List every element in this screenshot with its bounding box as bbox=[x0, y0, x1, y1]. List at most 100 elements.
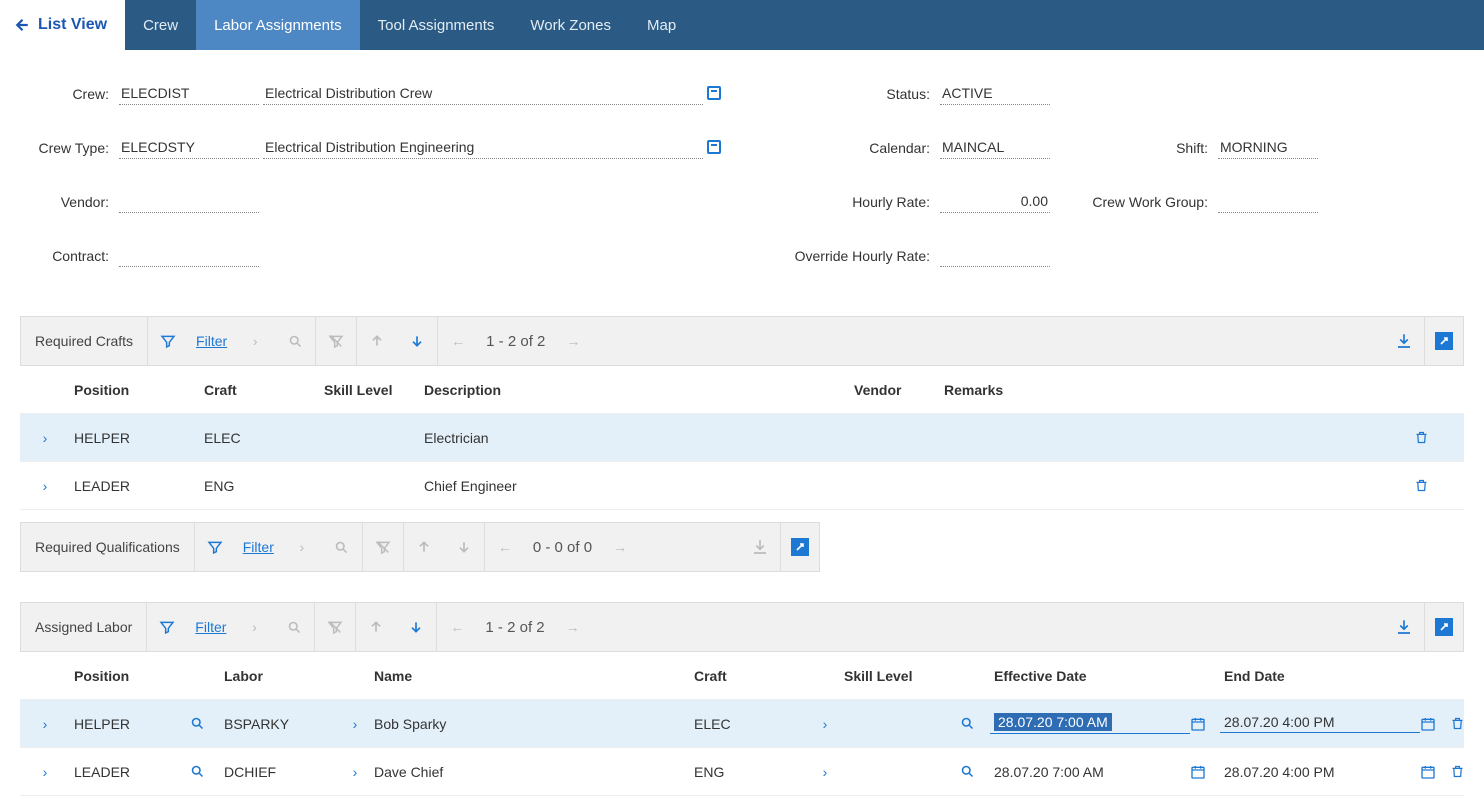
tab-crew[interactable]: Crew bbox=[125, 0, 196, 50]
crew-desc-field[interactable]: Electrical Distribution Crew bbox=[263, 83, 703, 105]
filter-link[interactable]: Filter bbox=[235, 539, 282, 555]
col-labor[interactable]: Labor bbox=[220, 668, 340, 684]
arrow-up-icon[interactable] bbox=[357, 317, 397, 365]
page-next-icon[interactable]: → bbox=[553, 603, 593, 651]
arrow-down-icon[interactable] bbox=[396, 603, 436, 651]
filter-link[interactable]: Filter bbox=[188, 333, 235, 349]
crew-field[interactable]: ELECDIST bbox=[119, 83, 259, 105]
calendar-icon[interactable] bbox=[1420, 764, 1450, 780]
col-skill-level[interactable]: Skill Level bbox=[320, 382, 420, 398]
page-prev-icon[interactable]: ← bbox=[485, 523, 525, 571]
cell-effective-date[interactable]: 28.07.20 7:00 AM bbox=[990, 713, 1190, 734]
detail-chevron-icon[interactable]: › bbox=[340, 716, 370, 732]
list-view-button[interactable]: List View bbox=[0, 0, 125, 50]
download-icon[interactable] bbox=[1384, 603, 1424, 651]
tab-labor-assignments[interactable]: Labor Assignments bbox=[196, 0, 360, 50]
search-icon[interactable] bbox=[322, 523, 362, 571]
search-icon[interactable] bbox=[274, 603, 314, 651]
required-crafts-table: Position Craft Skill Level Description V… bbox=[20, 366, 1464, 510]
lookup-icon[interactable] bbox=[190, 716, 220, 731]
detail-menu-icon[interactable] bbox=[707, 140, 721, 154]
calendar-icon[interactable] bbox=[1190, 716, 1220, 732]
tab-tool-assignments[interactable]: Tool Assignments bbox=[360, 0, 513, 50]
lookup-icon[interactable] bbox=[960, 764, 990, 779]
label-status: Status: bbox=[736, 86, 936, 102]
override-hourly-rate-field[interactable] bbox=[940, 245, 1050, 267]
col-craft[interactable]: Craft bbox=[200, 382, 320, 398]
trash-icon[interactable] bbox=[1414, 430, 1454, 445]
expand-icon[interactable] bbox=[791, 538, 809, 556]
expand-icon[interactable] bbox=[1435, 618, 1453, 636]
expand-row-icon[interactable]: › bbox=[20, 478, 70, 494]
col-end-date[interactable]: End Date bbox=[1220, 668, 1420, 684]
crew-type-desc-field[interactable]: Electrical Distribution Engineering bbox=[263, 137, 703, 159]
expand-row-icon[interactable]: › bbox=[20, 716, 70, 732]
lookup-icon[interactable] bbox=[190, 764, 220, 779]
download-icon[interactable] bbox=[740, 523, 780, 571]
expand-icon[interactable] bbox=[1435, 332, 1453, 350]
table-row[interactable]: › HELPER ELEC Electrician bbox=[20, 414, 1464, 462]
cell-end-date[interactable]: 28.07.20 4:00 PM bbox=[1220, 714, 1420, 733]
page-next-icon[interactable]: → bbox=[600, 523, 640, 571]
filter-link[interactable]: Filter bbox=[187, 619, 234, 635]
crew-type-field[interactable]: ELECDSTY bbox=[119, 137, 259, 159]
vendor-field[interactable] bbox=[119, 191, 259, 213]
detail-chevron-icon[interactable]: › bbox=[810, 764, 840, 780]
detail-chevron-icon[interactable]: › bbox=[340, 764, 370, 780]
pager-text: 0 - 0 of 0 bbox=[525, 539, 600, 556]
expand-row-icon[interactable]: › bbox=[20, 430, 70, 446]
detail-chevron-icon[interactable]: › bbox=[810, 716, 840, 732]
col-skill-level[interactable]: Skill Level bbox=[840, 668, 960, 684]
chevron-right-icon[interactable]: › bbox=[235, 317, 275, 365]
page-prev-icon[interactable]: ← bbox=[437, 603, 477, 651]
expand-row-icon[interactable]: › bbox=[20, 764, 70, 780]
col-craft[interactable]: Craft bbox=[690, 668, 810, 684]
col-name[interactable]: Name bbox=[370, 668, 690, 684]
calendar-icon[interactable] bbox=[1420, 716, 1450, 732]
clear-filter-icon[interactable] bbox=[316, 317, 356, 365]
hourly-rate-field[interactable]: 0.00 bbox=[940, 191, 1050, 213]
col-position[interactable]: Position bbox=[70, 668, 190, 684]
chevron-right-icon[interactable]: › bbox=[282, 523, 322, 571]
detail-menu-icon[interactable] bbox=[707, 86, 721, 100]
arrow-down-icon[interactable] bbox=[397, 317, 437, 365]
page-prev-icon[interactable]: ← bbox=[438, 317, 478, 365]
filter-icon[interactable] bbox=[195, 523, 235, 571]
page-next-icon[interactable]: → bbox=[553, 317, 593, 365]
trash-icon[interactable] bbox=[1414, 478, 1454, 493]
trash-icon[interactable] bbox=[1450, 764, 1484, 779]
clear-filter-icon[interactable] bbox=[315, 603, 355, 651]
tab-work-zones[interactable]: Work Zones bbox=[512, 0, 629, 50]
chevron-right-icon[interactable]: › bbox=[234, 603, 274, 651]
status-field[interactable]: ACTIVE bbox=[940, 83, 1050, 105]
cell-effective-date[interactable]: 28.07.20 7:00 AM bbox=[990, 764, 1190, 780]
arrow-up-icon[interactable] bbox=[404, 523, 444, 571]
download-icon[interactable] bbox=[1384, 317, 1424, 365]
clear-filter-icon[interactable] bbox=[363, 523, 403, 571]
shift-field[interactable]: MORNING bbox=[1218, 137, 1318, 159]
table-row[interactable]: › LEADER ENG Chief Engineer bbox=[20, 462, 1464, 510]
crew-work-group-field[interactable] bbox=[1218, 191, 1318, 213]
contract-field[interactable] bbox=[119, 245, 259, 267]
trash-icon[interactable] bbox=[1450, 716, 1484, 731]
calendar-icon[interactable] bbox=[1190, 764, 1220, 780]
required-qualifications-toolbar: Required Qualifications Filter › ← 0 - 0… bbox=[20, 522, 820, 572]
arrow-down-icon[interactable] bbox=[444, 523, 484, 571]
filter-icon[interactable] bbox=[148, 317, 188, 365]
calendar-field[interactable]: MAINCAL bbox=[940, 137, 1050, 159]
arrow-up-icon[interactable] bbox=[356, 603, 396, 651]
filter-icon[interactable] bbox=[147, 603, 187, 651]
table-row[interactable]: › LEADER DCHIEF › Dave Chief ENG › 28.07… bbox=[20, 748, 1464, 796]
col-position[interactable]: Position bbox=[70, 382, 200, 398]
search-icon[interactable] bbox=[275, 317, 315, 365]
col-effective-date[interactable]: Effective Date bbox=[990, 668, 1190, 684]
label-hourly-rate: Hourly Rate: bbox=[736, 194, 936, 210]
required-crafts-toolbar: Required Crafts Filter › ← 1 - 2 of 2 → bbox=[20, 316, 1464, 366]
cell-end-date[interactable]: 28.07.20 4:00 PM bbox=[1220, 764, 1420, 780]
tab-map[interactable]: Map bbox=[629, 0, 694, 50]
col-vendor[interactable]: Vendor bbox=[850, 382, 940, 398]
lookup-icon[interactable] bbox=[960, 716, 990, 731]
col-description[interactable]: Description bbox=[420, 382, 850, 398]
table-row[interactable]: › HELPER BSPARKY › Bob Sparky ELEC › 28.… bbox=[20, 700, 1464, 748]
col-remarks[interactable]: Remarks bbox=[940, 382, 1050, 398]
